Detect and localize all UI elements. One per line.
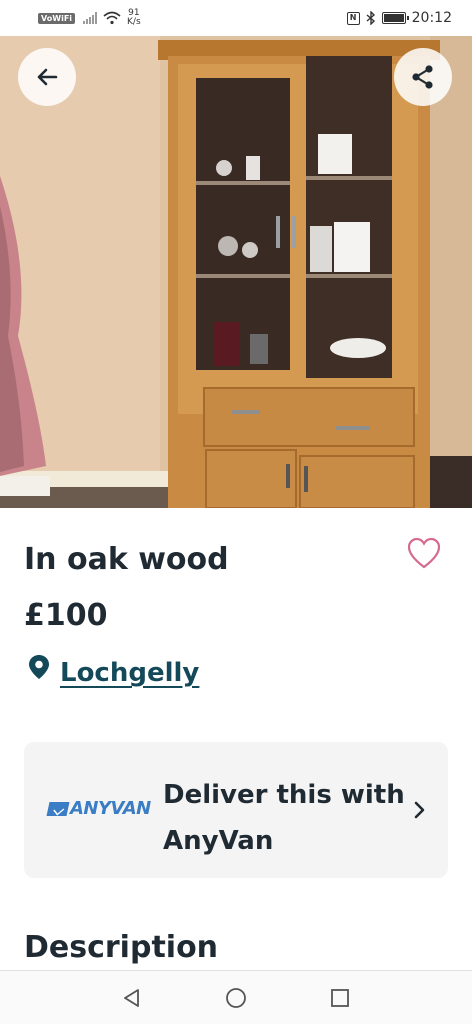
chevron-right-icon <box>414 801 425 819</box>
back-button[interactable] <box>18 48 76 106</box>
arrow-left-icon <box>37 68 58 86</box>
vowifi-badge: VoWiFi <box>38 12 76 24</box>
anyvan-brand: ANYVAN <box>70 798 151 819</box>
signal-icon <box>83 12 98 24</box>
description-heading: Description <box>24 930 219 965</box>
location-link[interactable]: Lochgelly <box>60 658 199 688</box>
nav-home-button[interactable] <box>224 986 248 1010</box>
wifi-icon <box>103 11 121 25</box>
circle-home-icon <box>226 987 246 1008</box>
square-recents-icon <box>331 988 349 1007</box>
network-speed: 91 K/s <box>127 9 141 27</box>
speed-unit: K/s <box>127 17 141 27</box>
favorite-button[interactable] <box>406 536 442 572</box>
share-icon <box>412 65 433 89</box>
cabinet-image <box>0 36 472 508</box>
nav-back-button[interactable] <box>120 986 144 1010</box>
triangle-back-icon <box>124 988 139 1007</box>
share-button[interactable] <box>394 48 452 106</box>
anyvan-mark-icon <box>46 801 70 816</box>
status-bar: VoWiFi 91 K/s N 20:12 <box>0 0 472 36</box>
listing-title: In oak wood <box>24 542 229 577</box>
bluetooth-icon <box>366 11 375 25</box>
delivery-text: Deliver this with AnyVan <box>163 780 405 856</box>
delivery-card[interactable]: ANYVAN Deliver this with AnyVan <box>24 742 448 878</box>
map-pin-icon <box>29 655 49 679</box>
system-nav-bar <box>0 970 472 1024</box>
clock: 20:12 <box>411 10 452 26</box>
nfc-icon: N <box>346 11 360 25</box>
battery-icon <box>381 12 409 24</box>
listing-photo[interactable] <box>0 36 472 508</box>
nav-recents-button[interactable] <box>328 986 352 1010</box>
heart-outline-icon <box>407 537 441 569</box>
anyvan-logo: ANYVAN <box>46 798 151 819</box>
listing-price: £100 <box>24 598 108 633</box>
